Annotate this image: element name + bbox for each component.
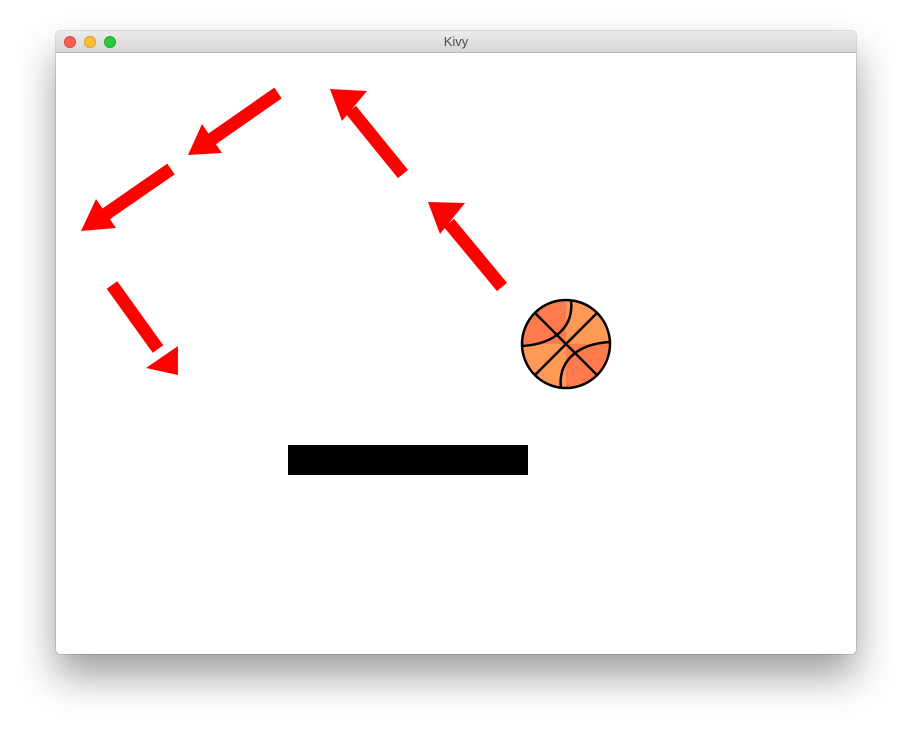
title-bar[interactable]: Kivy (56, 31, 856, 53)
app-window: Kivy (56, 31, 856, 654)
arrow-5 (106, 281, 178, 375)
arrow-group (81, 87, 508, 375)
arrow-4 (81, 163, 175, 231)
basketball-icon[interactable] (520, 298, 612, 390)
arrow-2 (330, 89, 409, 179)
arrow-3 (188, 87, 282, 155)
scene-svg (81, 87, 612, 475)
paddle[interactable] (288, 445, 528, 475)
game-canvas[interactable] (56, 53, 856, 654)
window-title: Kivy (443, 34, 469, 49)
arrow-1 (428, 202, 508, 292)
